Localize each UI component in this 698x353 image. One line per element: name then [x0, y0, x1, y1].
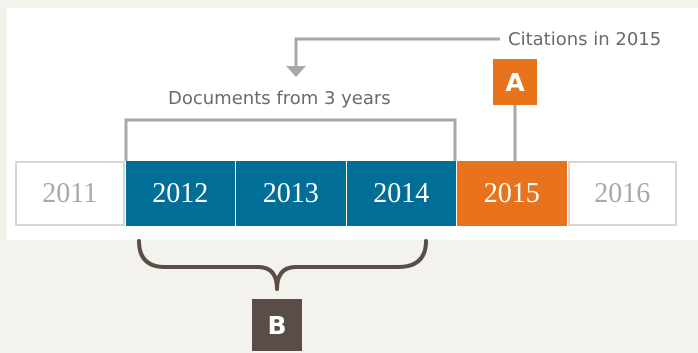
year-cell: 2011 [15, 161, 125, 226]
citations-caption: Citations in 2015 [508, 29, 662, 50]
year-cell: 2012 [125, 161, 235, 226]
year-timeline: 2011 2012 2013 2014 2015 2016 [15, 161, 678, 226]
curly-brace-icon [137, 239, 428, 291]
badge-a: A [493, 59, 537, 105]
year-cell: 2015 [457, 161, 567, 226]
year-cell: 2016 [567, 161, 677, 226]
badge-b: B [252, 299, 302, 351]
year-cell: 2014 [346, 161, 456, 226]
documents-caption: Documents from 3 years [168, 88, 391, 109]
year-cell: 2013 [236, 161, 346, 226]
